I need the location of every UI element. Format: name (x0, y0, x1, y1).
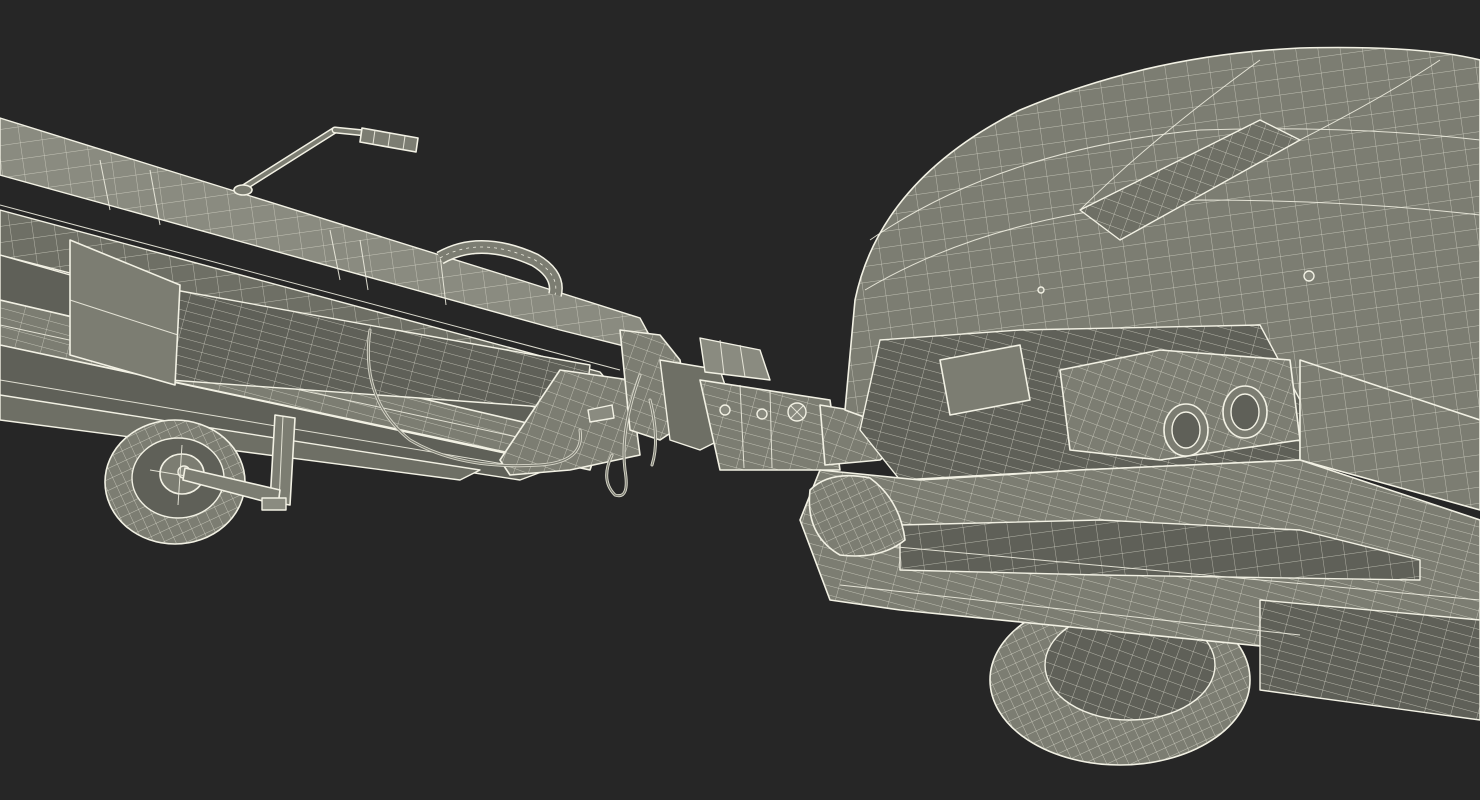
coupling-head (499, 329, 906, 476)
jockey-crank-handle (233, 126, 419, 196)
render-viewport (0, 0, 1480, 800)
wireframe-render (0, 46, 1480, 766)
car-rear (799, 46, 1480, 766)
trailer-assembly (0, 117, 906, 545)
